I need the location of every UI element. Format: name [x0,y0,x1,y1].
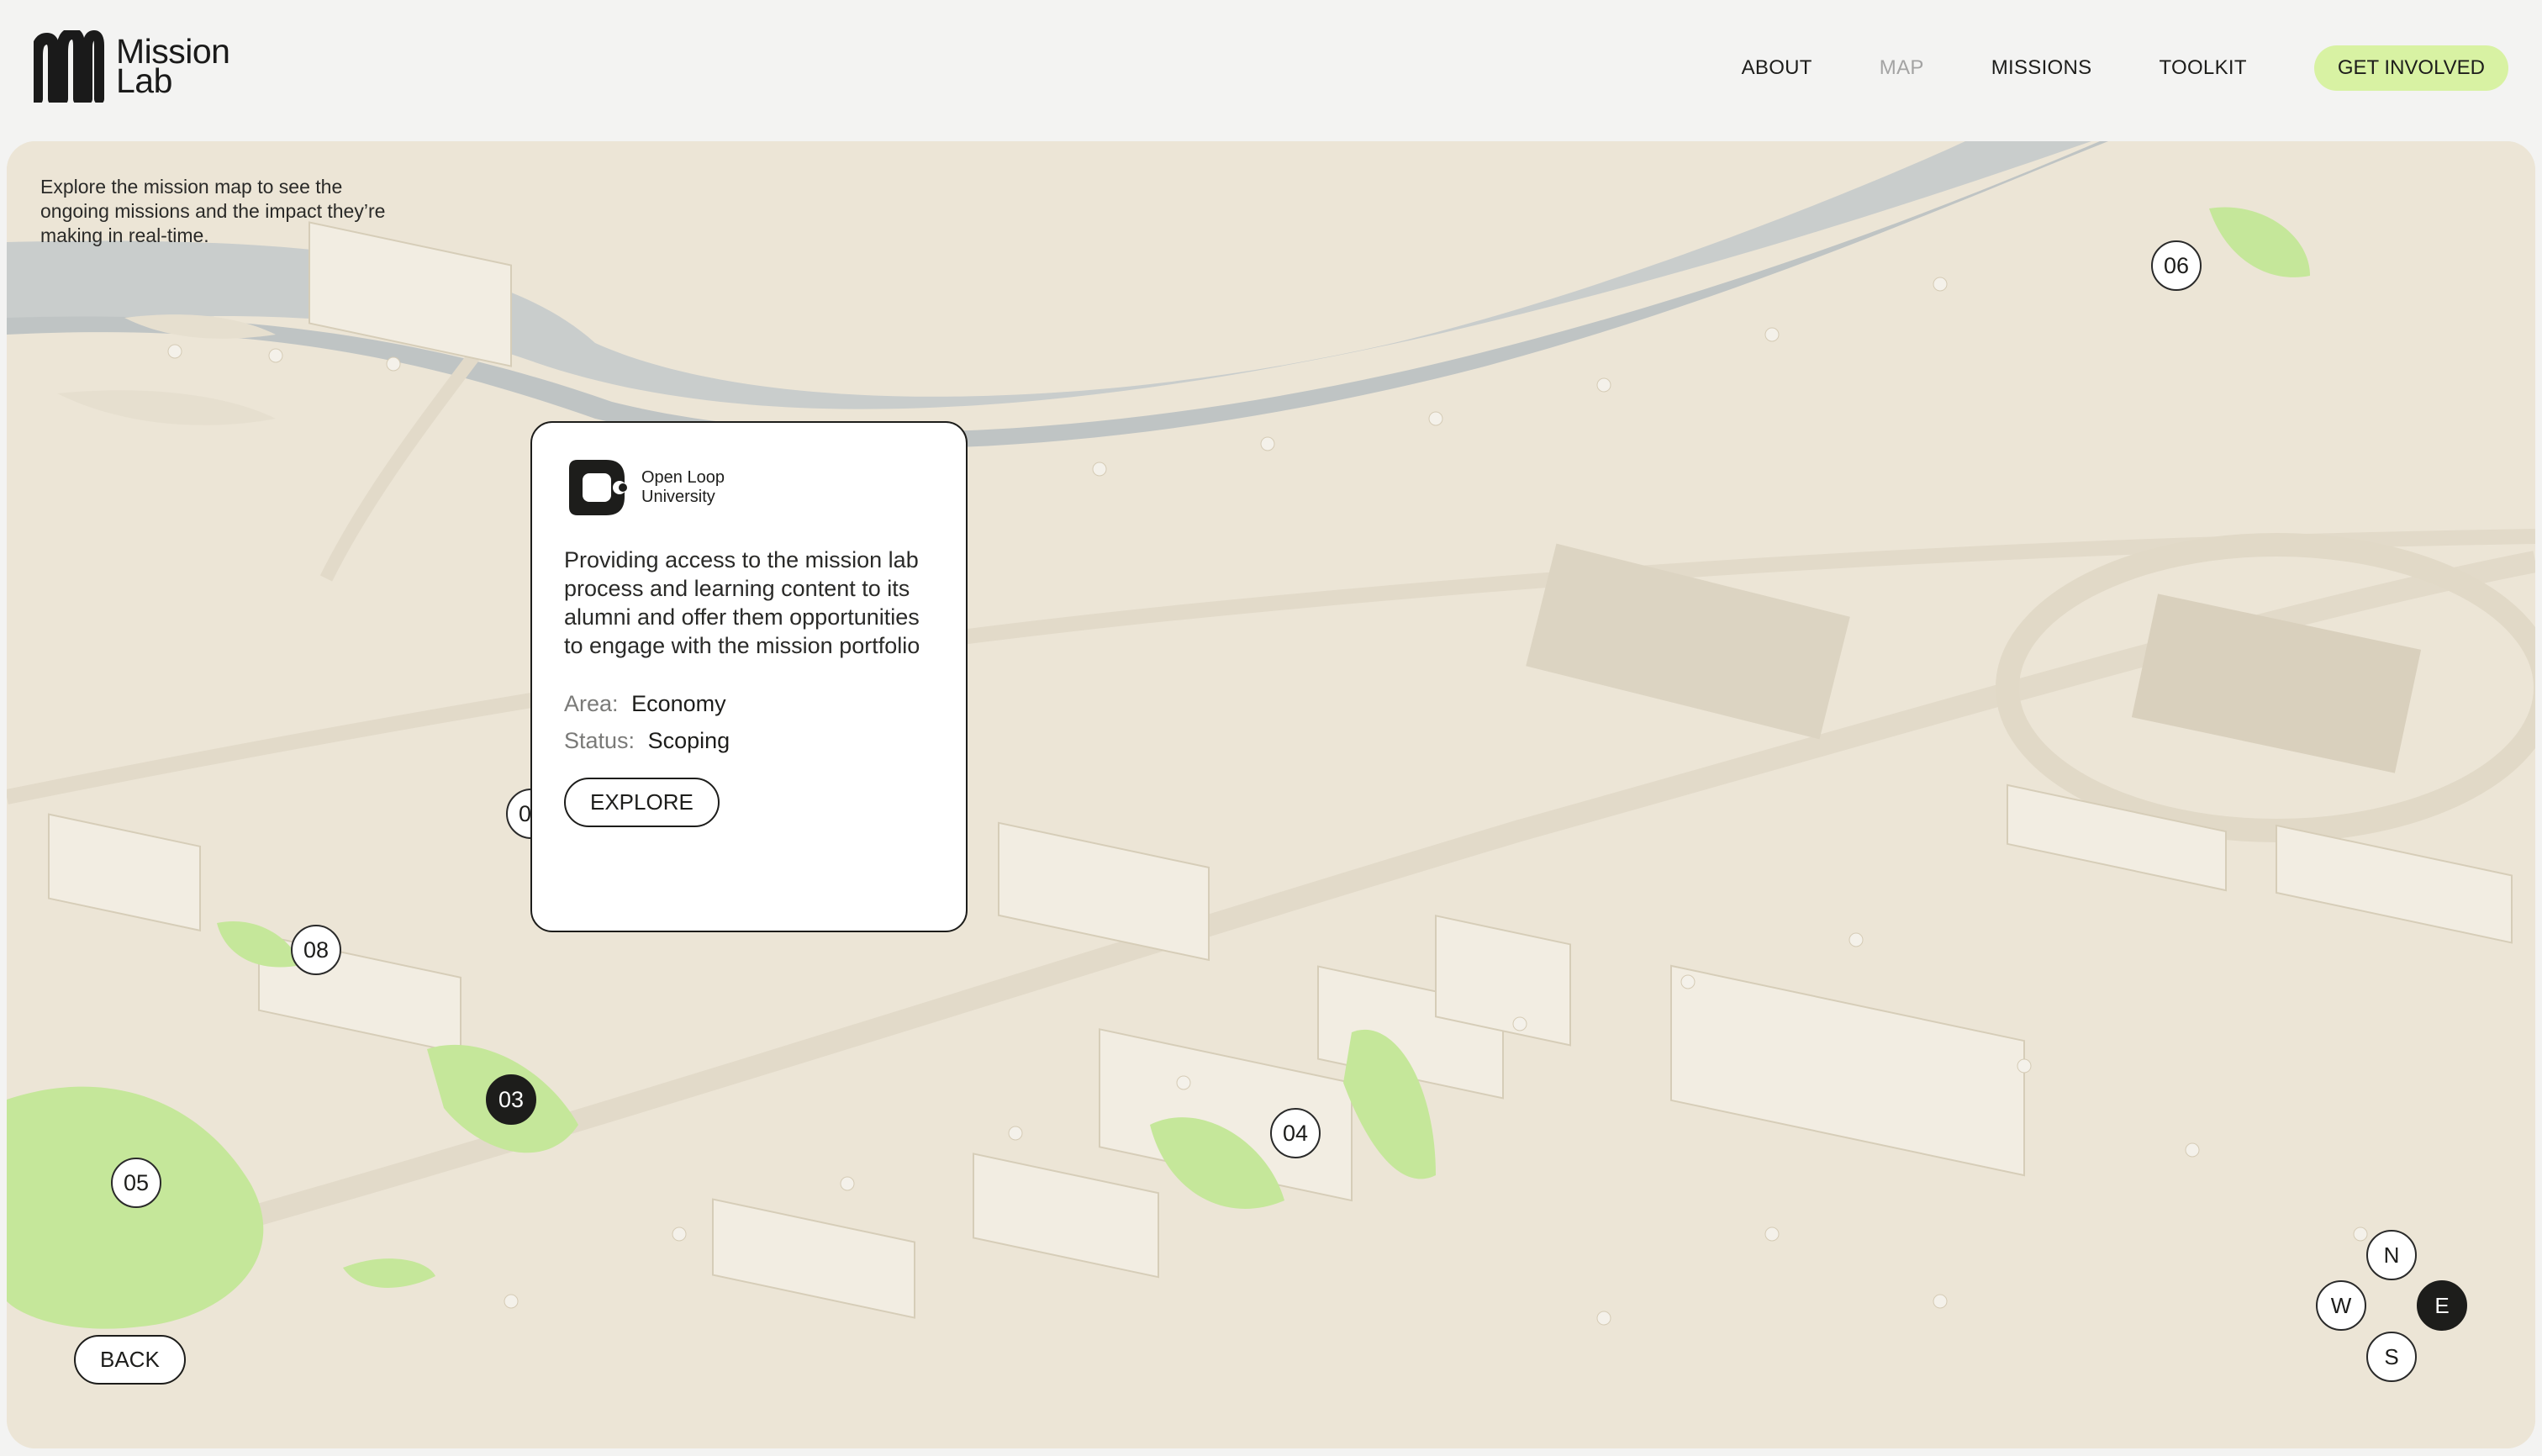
back-button[interactable]: BACK [74,1335,186,1385]
mission-pin-08[interactable]: 08 [291,925,341,975]
main-nav: ABOUT MAP MISSIONS TOOLKIT GET INVOLVED [1674,45,2508,91]
mission-lab-logo-icon [34,30,104,103]
area-label: Area: [564,691,619,716]
mission-area: Area: Economy [564,685,934,722]
mission-lab-logo[interactable]: Mission Lab [34,30,234,103]
mission-description: Providing access to the mission lab proc… [564,547,920,658]
org-name: Open Loop University [641,468,725,506]
mission-card: Open Loop University Providing access to… [530,421,968,932]
map-illustration [7,141,2535,1448]
mission-map[interactable]: Explore the mission map to see the ongoi… [7,141,2535,1448]
nav-about[interactable]: ABOUT [1742,56,1812,80]
compass-south-button[interactable]: S [2366,1332,2417,1382]
get-involved-button[interactable]: GET INVOLVED [2313,45,2508,91]
map-intro-text: Explore the mission map to see the ongoi… [40,176,386,246]
org-logo: Open Loop University [564,455,934,520]
compass-north-button[interactable]: N [2366,1230,2417,1280]
mission-pin-04[interactable]: 04 [1270,1108,1321,1158]
compass-east-button[interactable]: E [2417,1280,2467,1331]
area-value: Economy [631,691,726,716]
mission-pin-03[interactable]: 03 [486,1074,536,1125]
explore-button[interactable]: EXPLORE [564,778,720,827]
site-header: Mission Lab ABOUT MAP MISSIONS TOOLKIT G… [0,0,2542,139]
mission-meta: Area: Economy Status: Scoping [564,685,934,759]
open-loop-university-logo-icon [569,460,627,515]
nav-map[interactable]: MAP [1880,56,1924,80]
nav-toolkit[interactable]: TOOLKIT [2159,56,2246,80]
status-value: Scoping [647,728,730,753]
mission-pin-06[interactable]: 06 [2151,240,2202,291]
nav-missions[interactable]: MISSIONS [1991,56,2092,80]
brand-name: Mission Lab [116,32,230,100]
mission-status: Status: Scoping [564,722,934,759]
mission-pin-05[interactable]: 05 [111,1158,161,1208]
compass-west-button[interactable]: W [2316,1280,2366,1331]
status-label: Status: [564,728,636,753]
